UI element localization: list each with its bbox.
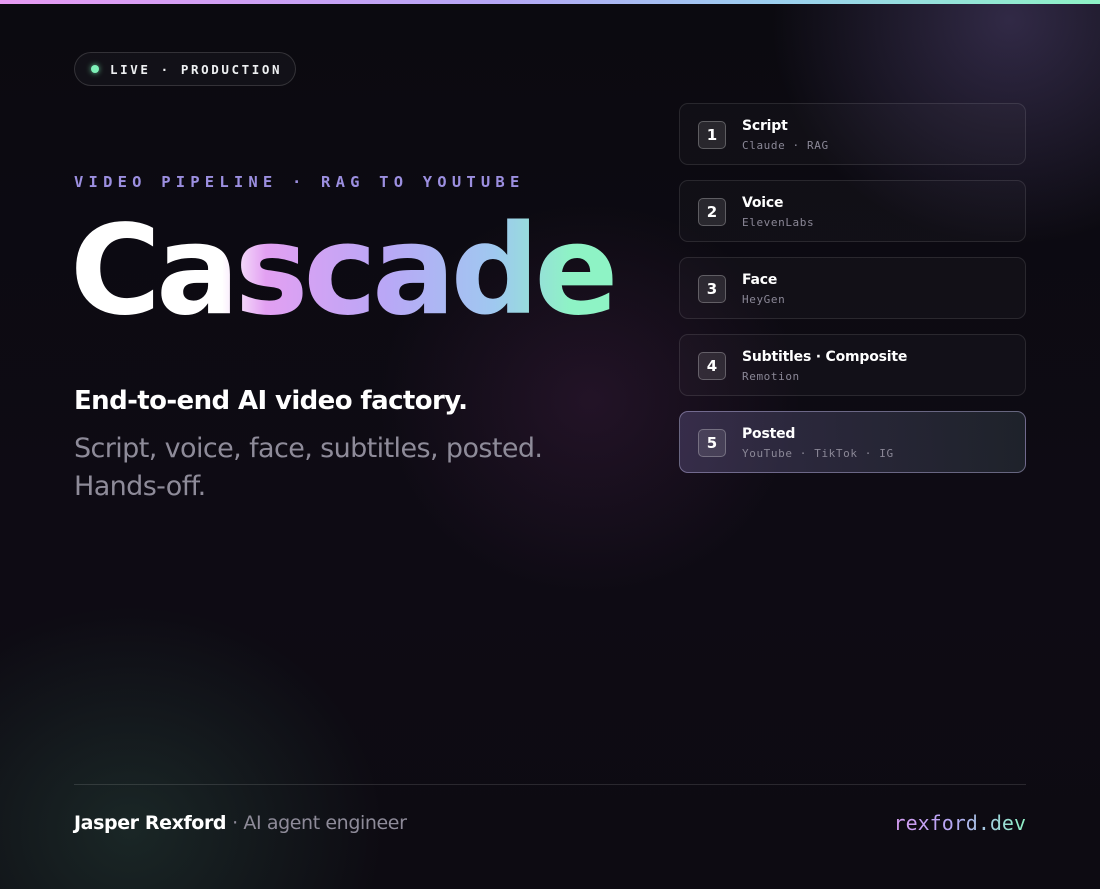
step-name: Script — [742, 118, 788, 134]
step-meta: YouTube · TikTok · IG — [742, 447, 894, 460]
site-link[interactable]: rexford.dev — [894, 811, 1026, 835]
eyebrow-label: VIDEO PIPELINE · RAG TO YOUTUBE — [74, 173, 525, 191]
step-number: 2 — [698, 198, 726, 226]
lead-text: End-to-end AI video factory. — [74, 386, 468, 416]
step-meta: ElevenLabs — [742, 216, 815, 229]
step-name: Face — [742, 272, 778, 288]
step-name: Subtitles · Composite — [742, 349, 908, 365]
live-dot-icon — [91, 65, 99, 73]
step-meta: Remotion — [742, 370, 800, 383]
footer-divider — [74, 784, 1026, 785]
step-name: Voice — [742, 195, 784, 211]
step-name: Posted — [742, 426, 796, 442]
step-card-posted: 5 Posted YouTube · TikTok · IG — [679, 411, 1026, 473]
step-card-subtitles-composite: 4 Subtitles · Composite Remotion — [679, 334, 1026, 396]
footer-author-block: Jasper Rexford · AI agent engineer — [74, 812, 407, 834]
step-card-script: 1 Script Claude · RAG — [679, 103, 1026, 165]
step-number: 1 — [698, 121, 726, 149]
status-badge: LIVE · PRODUCTION — [74, 52, 296, 86]
pipeline-steps: 1 Script Claude · RAG 2 Voice ElevenLabs… — [679, 103, 1026, 488]
step-meta: Claude · RAG — [742, 139, 829, 152]
step-card-face: 3 Face HeyGen — [679, 257, 1026, 319]
step-meta: HeyGen — [742, 293, 786, 306]
page-title: Cascade — [70, 196, 619, 346]
step-number: 5 — [698, 429, 726, 457]
step-card-voice: 2 Voice ElevenLabs — [679, 180, 1026, 242]
step-number: 3 — [698, 275, 726, 303]
status-badge-text: LIVE · PRODUCTION — [110, 61, 283, 77]
gradient-top-bar — [0, 0, 1100, 4]
author-name: Jasper Rexford — [74, 812, 227, 834]
sub-text: Script, voice, face, subtitles, posted. … — [74, 433, 543, 502]
step-number: 4 — [698, 352, 726, 380]
author-role: · AI agent engineer — [232, 812, 407, 834]
